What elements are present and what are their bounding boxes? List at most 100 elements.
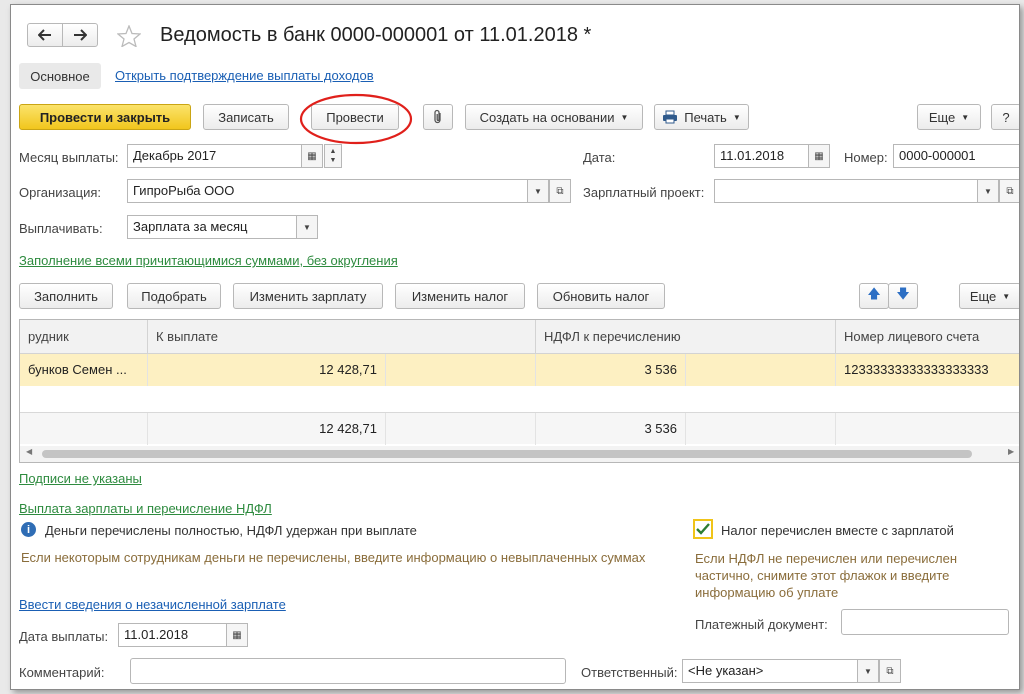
employees-table: рудник К выплате НДФЛ к перечислению Ном… (19, 319, 1019, 463)
fill-button[interactable]: Заполнить (19, 283, 113, 309)
help-button[interactable]: ? (991, 104, 1019, 130)
checkmark-icon (696, 523, 710, 535)
tax-hint-line-1: Если НДФЛ не перечислен или перечислен (695, 551, 957, 566)
number-input[interactable]: 0000-000001 (893, 144, 1019, 168)
responsible-label: Ответственный: (581, 665, 678, 680)
organization-label: Организация: (19, 185, 102, 200)
payment-section-link[interactable]: Выплата зарплаты и перечисление НДФЛ (19, 501, 272, 516)
total-ndfl: 3 536 (536, 413, 686, 445)
tax-hint-line-3: информацию об уплате (695, 585, 839, 600)
move-down-button[interactable]: 🡇 (888, 283, 918, 309)
footer-empty (386, 413, 536, 445)
move-up-button[interactable]: 🡅 (859, 283, 889, 309)
create-based-on-button[interactable]: Создать на основании ▼ (465, 104, 643, 130)
cell-employee: бунков Семен ... (20, 354, 148, 386)
back-button[interactable] (27, 23, 63, 47)
total-amount: 12 428,71 (148, 413, 386, 445)
arrow-right-icon (74, 29, 87, 41)
month-input[interactable]: Декабрь 2017 (127, 144, 302, 168)
responsible-dropdown-button[interactable]: ▼ (857, 659, 879, 683)
column-header-amount[interactable]: К выплате (148, 320, 536, 354)
pay-type-select[interactable]: Зарплата за месяц (127, 215, 297, 239)
column-header-account[interactable]: Номер лицевого счета (836, 320, 1019, 354)
dropdown-caret-icon: ▼ (620, 112, 629, 122)
table-row[interactable]: бунков Семен ... 12 428,71 3 536 1233333… (20, 354, 1019, 386)
date-label: Дата: (583, 150, 616, 165)
month-spinner[interactable]: ▲ ▼ (324, 144, 342, 168)
salary-project-open-button[interactable]: ⧉ (999, 179, 1019, 203)
payment-document-label: Платежный документ: (695, 617, 828, 632)
spin-down-icon: ▼ (329, 157, 337, 164)
change-salary-button[interactable]: Изменить зарплату (233, 283, 383, 309)
calendar-icon: ▦ (814, 150, 824, 162)
scroll-left-icon[interactable]: ◀ (26, 447, 32, 456)
dropdown-caret-icon: ▼ (534, 186, 542, 196)
organization-input[interactable]: ГипроРыба ООО (127, 179, 528, 203)
arrow-left-icon (38, 29, 51, 41)
column-header-ndfl[interactable]: НДФЛ к перечислению (536, 320, 836, 354)
tax-hint-line-2: частично, снимите этот флажок и введите (695, 568, 950, 583)
table-more-button[interactable]: Еще ▼ (959, 283, 1019, 309)
forward-button[interactable] (62, 23, 98, 47)
update-tax-button[interactable]: Обновить налог (537, 283, 665, 309)
cell-empty (386, 354, 536, 386)
signatures-link[interactable]: Подписи не указаны (19, 471, 142, 486)
column-header-employee[interactable]: рудник (20, 320, 148, 354)
paperclip-icon (434, 109, 441, 124)
unaccrued-salary-link[interactable]: Ввести сведения о незачисленной зарплате (19, 597, 286, 612)
horizontal-scrollbar[interactable]: ◀ ▶ (20, 446, 1019, 462)
cell-ndfl: 3 536 (536, 354, 686, 386)
pay-date-input[interactable]: 11.01.2018 (118, 623, 227, 647)
open-link-icon: ⧉ (1006, 185, 1014, 197)
pick-button[interactable]: Подобрать (127, 283, 221, 309)
save-button[interactable]: Записать (203, 104, 289, 130)
scroll-right-icon[interactable]: ▶ (1008, 447, 1014, 456)
salary-project-label: Зарплатный проект: (583, 185, 705, 200)
organization-open-button[interactable]: ⧉ (549, 179, 571, 203)
tax-with-salary-checkbox[interactable] (693, 519, 713, 539)
more-button[interactable]: Еще ▼ (917, 104, 981, 130)
pay-date-calendar-button[interactable]: ▦ (226, 623, 248, 647)
favorite-star-icon[interactable] (117, 25, 141, 47)
dropdown-caret-icon: ▼ (303, 222, 311, 232)
number-label: Номер: (844, 150, 888, 165)
change-tax-button[interactable]: Изменить налог (395, 283, 525, 309)
salary-project-input[interactable] (714, 179, 978, 203)
dropdown-caret-icon: ▼ (961, 112, 970, 122)
pay-type-label: Выплачивать: (19, 221, 103, 236)
calendar-button[interactable]: ▦ (301, 144, 323, 168)
print-button[interactable]: Печать ▼ (654, 104, 749, 130)
dropdown-caret-icon: ▼ (984, 186, 992, 196)
arrow-down-icon: 🡇 (896, 286, 910, 301)
calendar-icon: ▦ (232, 629, 242, 641)
responsible-open-button[interactable]: ⧉ (879, 659, 901, 683)
pay-type-dropdown-button[interactable]: ▼ (296, 215, 318, 239)
fill-mode-link[interactable]: Заполнение всеми причитающимися суммами,… (19, 253, 398, 268)
open-link-icon: ⧉ (886, 665, 894, 677)
responsible-input[interactable]: <Не указан> (682, 659, 858, 683)
date-input[interactable]: 11.01.2018 (714, 144, 809, 168)
date-calendar-button[interactable]: ▦ (808, 144, 830, 168)
spin-up-icon: ▲ (329, 148, 337, 155)
post-and-close-button[interactable]: Провести и закрыть (19, 104, 191, 130)
open-income-confirmation-link[interactable]: Открыть подтверждение выплаты доходов (115, 68, 374, 83)
comment-input[interactable] (130, 658, 566, 684)
annotation-red-ellipse (298, 91, 418, 149)
more-label: Еще (928, 109, 956, 125)
tab-main[interactable]: Основное (19, 63, 101, 89)
cell-empty (686, 354, 836, 386)
payment-info-text: Деньги перечислены полностью, НДФЛ удерж… (45, 523, 417, 538)
info-icon: i (21, 522, 36, 537)
table-more-label: Еще (969, 288, 997, 304)
scrollbar-thumb[interactable] (42, 450, 972, 458)
calendar-icon: ▦ (307, 150, 317, 162)
organization-dropdown-button[interactable]: ▼ (527, 179, 549, 203)
dropdown-caret-icon: ▼ (864, 666, 872, 676)
footer-empty (20, 413, 148, 445)
attachment-button[interactable] (423, 104, 453, 130)
tax-with-salary-label[interactable]: Налог перечислен вместе с зарплатой (721, 523, 954, 538)
dropdown-caret-icon: ▼ (1002, 291, 1011, 301)
salary-project-dropdown-button[interactable]: ▼ (977, 179, 999, 203)
arrow-up-icon: 🡅 (867, 286, 881, 301)
payment-document-input[interactable] (841, 609, 1009, 635)
